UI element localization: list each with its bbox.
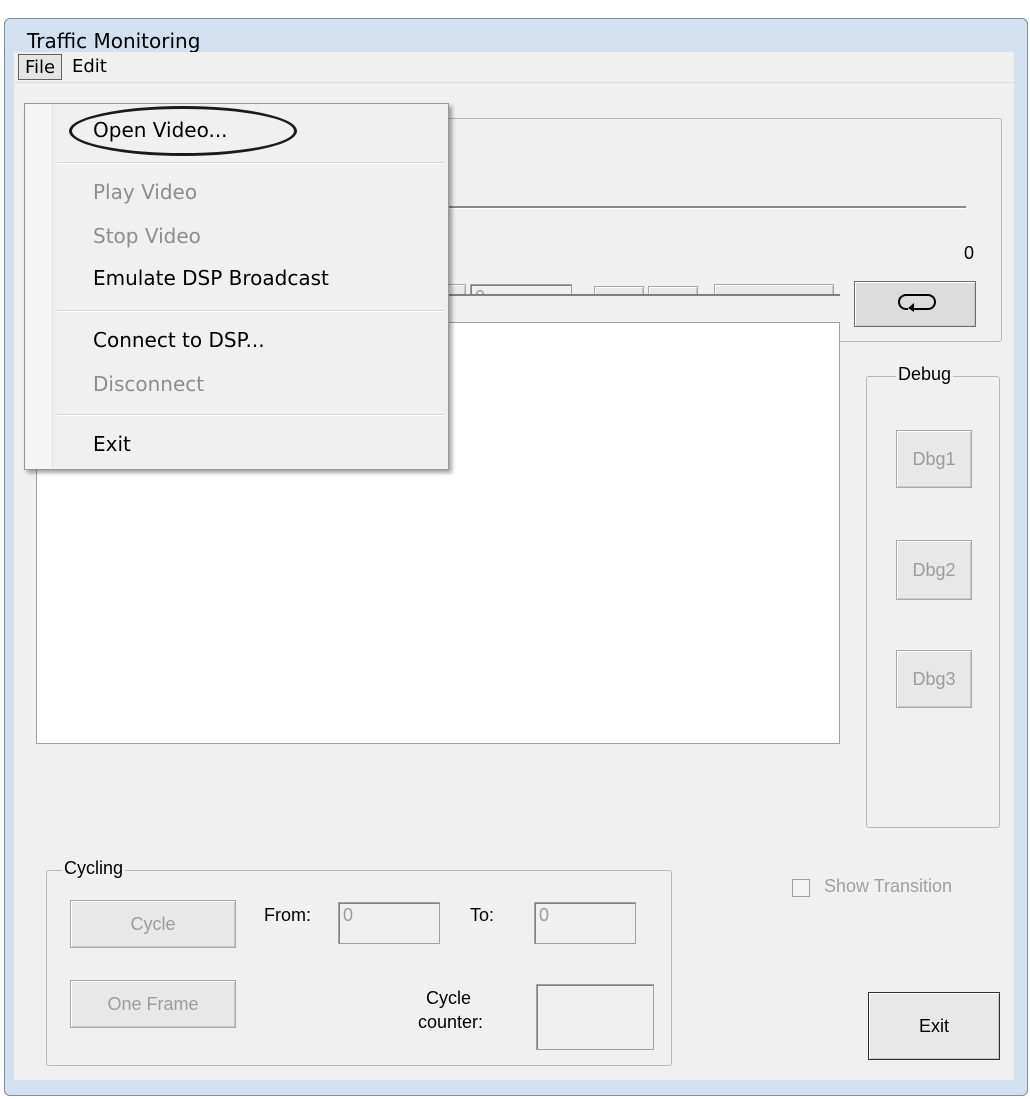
dbg2-button[interactable]: Dbg2 <box>896 540 972 600</box>
to-label: To: <box>470 905 495 925</box>
menu-edit[interactable]: Edit <box>66 54 113 80</box>
show-transition-label: Show Transition <box>824 876 953 896</box>
menu-separator <box>57 310 445 312</box>
exit-button[interactable]: Exit <box>868 992 1000 1060</box>
menu-item-stop-video[interactable]: Stop Video <box>93 224 201 248</box>
loop-arrow-icon <box>892 291 938 318</box>
loop-button[interactable] <box>854 281 976 327</box>
frame-count-label: 0 <box>964 243 975 263</box>
menu-file[interactable]: File <box>18 54 63 80</box>
debug-legend: Debug <box>896 364 954 385</box>
cycle-counter-label-line1: Cycle <box>426 988 472 1008</box>
progress-track <box>440 206 966 209</box>
menu-item-emulate-dsp-broadcast[interactable]: Emulate DSP Broadcast <box>93 266 329 290</box>
cycle-button[interactable]: Cycle <box>70 900 236 948</box>
from-label: From: <box>264 905 311 925</box>
cycle-counter-field <box>536 984 654 1050</box>
one-frame-button[interactable]: One Frame <box>70 980 236 1028</box>
window-title: Traffic Monitoring <box>27 29 201 53</box>
menu-item-disconnect[interactable]: Disconnect <box>93 372 204 396</box>
dbg1-button[interactable]: Dbg1 <box>896 430 972 488</box>
dbg3-button[interactable]: Dbg3 <box>896 650 972 708</box>
cycling-legend: Cycling <box>62 858 126 879</box>
menu-separator <box>57 414 445 416</box>
menu-item-exit[interactable]: Exit <box>93 432 131 456</box>
menu-separator <box>57 162 445 164</box>
menu-icon-gutter <box>25 104 53 469</box>
cycle-counter-label-line2: counter: <box>418 1012 484 1032</box>
menu-bar: File Edit <box>14 52 1014 82</box>
menu-item-play-video[interactable]: Play Video <box>93 180 197 204</box>
menu-item-connect-to-dsp[interactable]: Connect to DSP... <box>93 328 265 352</box>
highlight-ellipse <box>69 106 297 156</box>
show-transition-checkbox[interactable] <box>792 879 810 897</box>
to-field[interactable]: 0 <box>534 902 636 944</box>
file-menu-dropdown: Open Video... Play Video Stop Video Emul… <box>24 103 449 470</box>
from-field[interactable]: 0 <box>338 902 440 944</box>
